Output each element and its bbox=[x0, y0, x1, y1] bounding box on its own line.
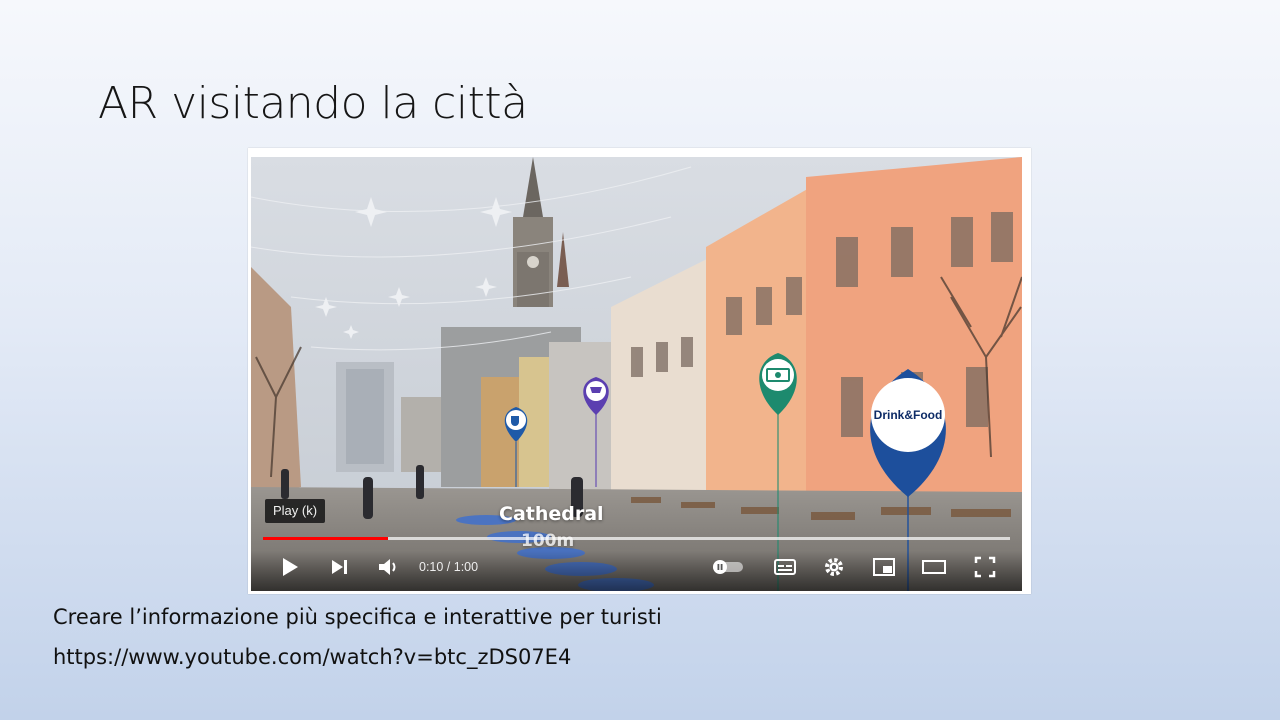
slide-title: AR visitando la città bbox=[98, 78, 528, 129]
subtitles-button[interactable] bbox=[769, 551, 801, 583]
autoplay-toggle-icon bbox=[713, 560, 743, 574]
volume-button[interactable] bbox=[372, 551, 404, 583]
progress-bar[interactable] bbox=[263, 537, 1010, 540]
ar-poi-name: Cathedral bbox=[499, 503, 604, 525]
video-frame-image bbox=[251, 157, 1022, 591]
drink-food-pin-label: Drink&Food bbox=[873, 408, 943, 422]
video-embed-frame: Drink&Food Cathedral 100m Play (k) 0:10 … bbox=[248, 148, 1031, 594]
next-icon bbox=[332, 560, 347, 574]
play-tooltip: Play (k) bbox=[265, 499, 326, 523]
time-display: 0:10 / 1:00 bbox=[419, 560, 479, 574]
settings-icon bbox=[825, 558, 843, 576]
video-player[interactable]: Drink&Food Cathedral 100m Play (k) 0:10 … bbox=[251, 157, 1022, 591]
theater-mode-button[interactable] bbox=[918, 551, 950, 583]
miniplayer-icon bbox=[873, 558, 895, 576]
next-button[interactable] bbox=[323, 551, 355, 583]
settings-button[interactable] bbox=[818, 551, 850, 583]
miniplayer-button[interactable] bbox=[868, 551, 900, 583]
fullscreen-button[interactable] bbox=[969, 551, 1001, 583]
progress-played bbox=[263, 537, 388, 540]
subtitles-icon bbox=[774, 559, 796, 575]
video-url: https://www.youtube.com/watch?v=btc_zDS0… bbox=[53, 645, 572, 669]
slide-caption: Creare l’informazione più specifica e in… bbox=[53, 605, 662, 629]
play-icon bbox=[283, 558, 298, 576]
theater-mode-icon bbox=[922, 560, 946, 574]
volume-icon bbox=[379, 559, 396, 575]
autoplay-toggle[interactable] bbox=[710, 551, 746, 583]
fullscreen-icon bbox=[974, 556, 996, 578]
player-controls: 0:10 / 1:00 bbox=[251, 543, 1022, 591]
play-button[interactable] bbox=[273, 551, 305, 583]
